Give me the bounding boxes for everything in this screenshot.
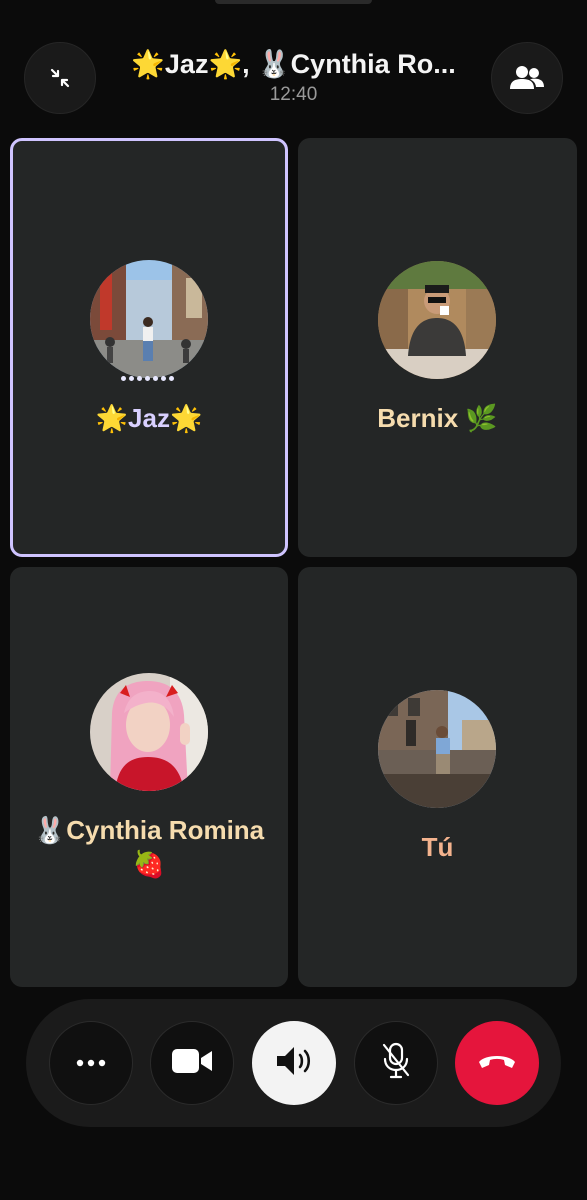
call-controls-bar (26, 999, 561, 1127)
speaker-icon (275, 1044, 313, 1083)
mic-off-icon (381, 1042, 411, 1085)
avatar-bernix (378, 261, 496, 379)
end-call-button[interactable] (455, 1021, 539, 1105)
participant-tile-jaz[interactable]: 🌟Jaz🌟 (10, 138, 288, 557)
participant-tile-cynthia[interactable]: 🐰Cynthia Romina 🍓 (10, 567, 288, 987)
more-options-button[interactable] (49, 1021, 133, 1105)
minimize-icon (49, 67, 71, 89)
participant-name: Tú (421, 832, 454, 862)
participant-name: 🐰Cynthia Romina 🍓 (33, 815, 265, 879)
more-icon (76, 1054, 106, 1072)
avatar-cynthia (90, 673, 208, 791)
avatar-jaz (90, 260, 208, 378)
call-title-area[interactable]: 🌟Jaz🌟, 🐰Cynthia Ro... 12:40 (110, 48, 477, 106)
people-icon (510, 65, 544, 91)
avatar-you (378, 690, 496, 808)
call-duration: 12:40 (269, 84, 318, 105)
video-camera-icon (172, 1048, 212, 1079)
typing-indicator (121, 376, 174, 381)
participant-name: 🌟Jaz🌟 (95, 403, 203, 433)
call-header: 🌟Jaz🌟, 🐰Cynthia Ro... 12:40 (0, 36, 587, 120)
mute-toggle-button[interactable] (354, 1021, 438, 1105)
status-notch (215, 0, 372, 4)
participant-tile-bernix[interactable]: Bernix 🌿 (298, 138, 577, 557)
speaker-toggle-button[interactable] (252, 1021, 336, 1105)
video-toggle-button[interactable] (150, 1021, 234, 1105)
participant-name: Bernix 🌿 (377, 403, 498, 433)
minimize-call-button[interactable] (24, 42, 96, 114)
call-title: 🌟Jaz🌟, 🐰Cynthia Ro... (131, 49, 456, 79)
hang-up-icon (477, 1052, 517, 1075)
participant-tile-you[interactable]: Tú (298, 567, 577, 987)
participants-button[interactable] (491, 42, 563, 114)
